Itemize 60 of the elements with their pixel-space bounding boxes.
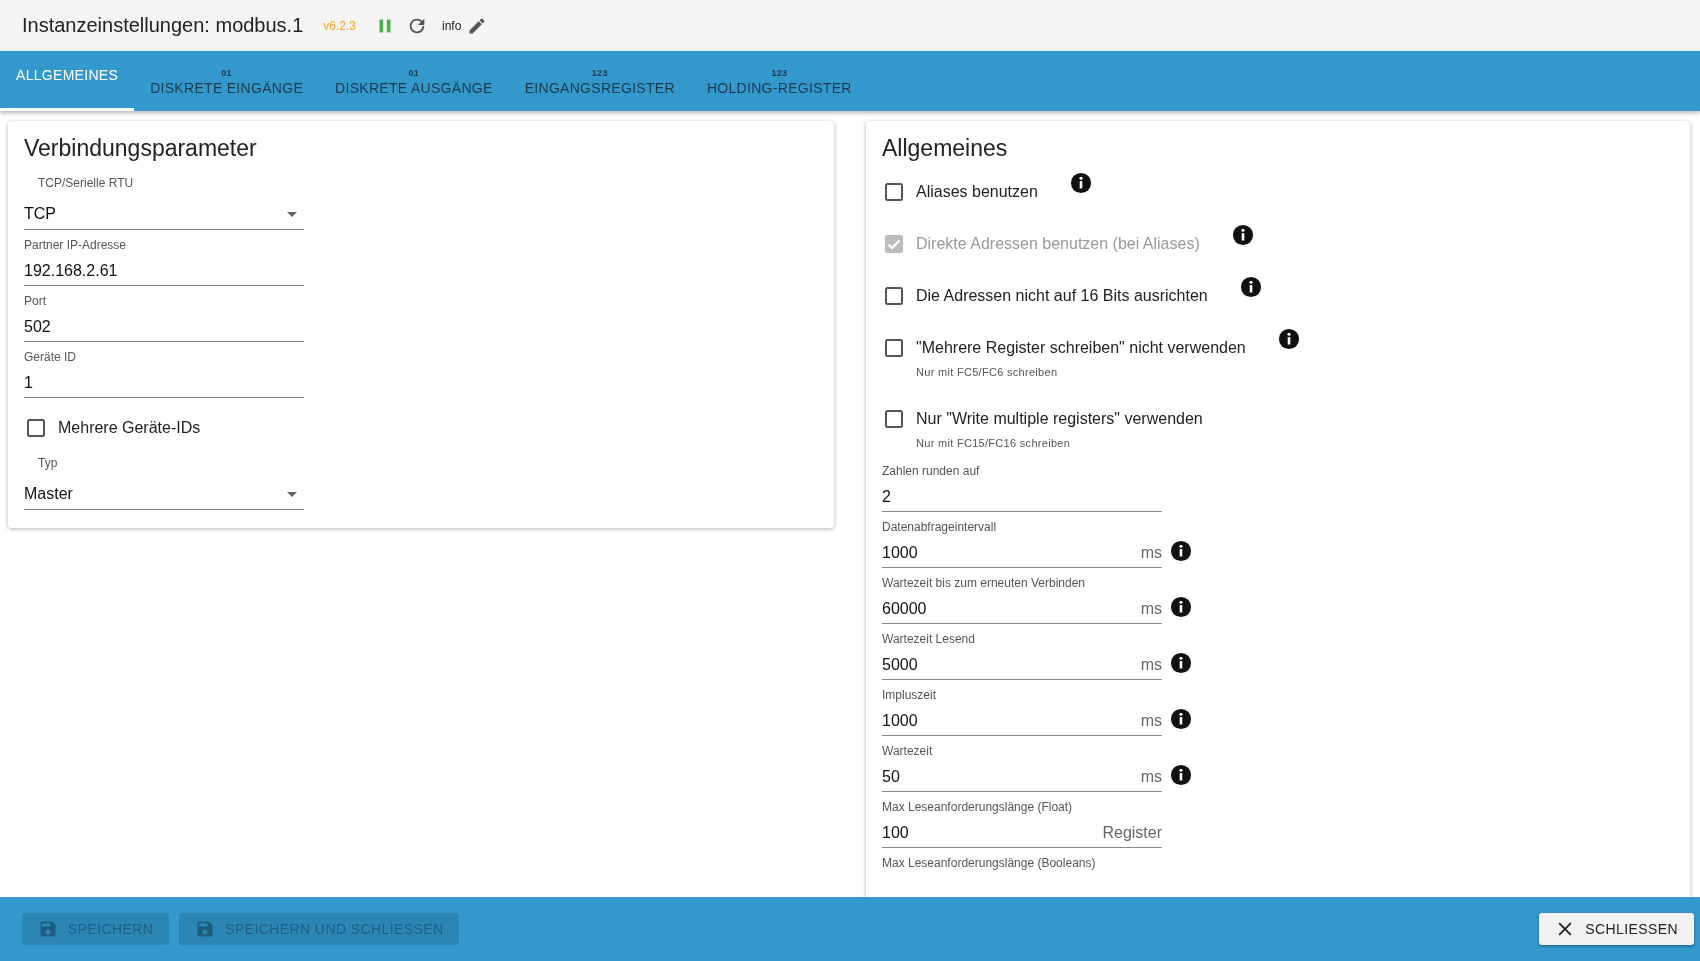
input-field[interactable]: 1000 ms	[882, 538, 1162, 568]
input-field[interactable]: 50 ms	[882, 762, 1162, 792]
checkbox-label: Nur "Write multiple registers" verwenden	[916, 409, 1203, 428]
hint-text: Nur mit FC5/FC6 schreiben	[916, 366, 1059, 378]
input-field[interactable]: 1000 ms	[882, 706, 1162, 736]
window-title: Instanzeinstellungen: modbus.1	[22, 14, 304, 37]
input-field[interactable]: 2	[882, 482, 1162, 512]
tab[interactable]: 01 DISKRETE AUSGÄNGE	[319, 51, 509, 111]
input-field[interactable]: 192.168.2.61	[24, 256, 304, 286]
info-icon[interactable]	[1170, 596, 1192, 618]
field-label: TCP/Serielle RTU	[38, 176, 135, 190]
field-label: Partner IP-Adresse	[24, 238, 128, 252]
checkbox[interactable]	[882, 407, 906, 431]
input-field[interactable]: 1	[24, 368, 304, 398]
tab-number: 01	[221, 68, 232, 78]
field-label: Wartezeit bis zum erneuten Verbinden	[882, 576, 1086, 590]
card-title: Verbindungsparameter	[24, 135, 258, 162]
field-label: Impluszeit	[882, 688, 938, 702]
hint-text: Nur mit FC15/FC16 schreiben	[916, 437, 1072, 449]
checkbox-label: "Mehrere Register schreiben" nicht verwenden	[916, 338, 1246, 357]
input-field[interactable]: 100 Register	[882, 818, 1162, 848]
dropdown[interactable]: Master	[24, 478, 304, 510]
checkbox[interactable]	[882, 284, 906, 308]
tab[interactable]: 123 HOLDING-REGISTER	[690, 51, 868, 111]
tab-number: 01	[408, 68, 420, 78]
info-icon[interactable]	[1170, 708, 1192, 730]
info-icon[interactable]	[1170, 764, 1192, 786]
field-label: Datenabfrageintervall	[882, 520, 998, 534]
checkbox-label: Die Adressen nicht auf 16 Bits ausrichten	[916, 286, 1208, 305]
field-label: Typ	[38, 456, 59, 470]
info-label: info	[442, 18, 462, 33]
tab[interactable]: 123 EINGANGSREGISTER	[508, 51, 691, 111]
info-icon[interactable]	[1239, 276, 1262, 298]
checkbox-label: Aliases benutzen	[916, 182, 1038, 201]
tab[interactable]: 01 DISKRETE EINGÄNGE	[134, 51, 320, 111]
input-field[interactable]: 5000 ms	[882, 650, 1162, 680]
field-label: Wartezeit Lesend	[882, 632, 976, 646]
tab-number: 123	[771, 68, 788, 78]
dropdown[interactable]: TCP	[24, 198, 304, 230]
field-label: Wartezeit	[882, 744, 934, 758]
field-label: Zahlen runden auf	[882, 464, 981, 478]
input-field[interactable]: 502	[24, 312, 304, 342]
field-label: Geräte ID	[24, 350, 78, 364]
info-icon[interactable]	[1170, 652, 1192, 674]
info-icon[interactable]	[1069, 172, 1092, 194]
checkbox[interactable]	[24, 416, 48, 440]
info-icon[interactable]	[1170, 540, 1192, 562]
field-label: Max Leseanforderungslänge (Booleans)	[882, 856, 1097, 870]
checkbox[interactable]	[882, 180, 906, 204]
close-button[interactable]: SCHLIESSEN	[1539, 913, 1694, 945]
checkbox-label: Direkte Adressen benutzen (bei Aliases)	[916, 234, 1200, 253]
checkbox[interactable]	[882, 336, 906, 360]
field-label: Port	[24, 294, 47, 308]
input-field[interactable]: 60000 ms	[882, 594, 1162, 624]
field-label: Max Leseanforderungslänge (Float)	[882, 800, 1074, 814]
info-icon[interactable]	[1277, 328, 1300, 350]
card-title: Allgemeines	[882, 135, 1009, 162]
version-label: v6.2.3	[323, 18, 356, 33]
tab-number: 123	[591, 68, 608, 78]
checkbox-label: Mehrere Geräte-IDs	[58, 419, 201, 437]
